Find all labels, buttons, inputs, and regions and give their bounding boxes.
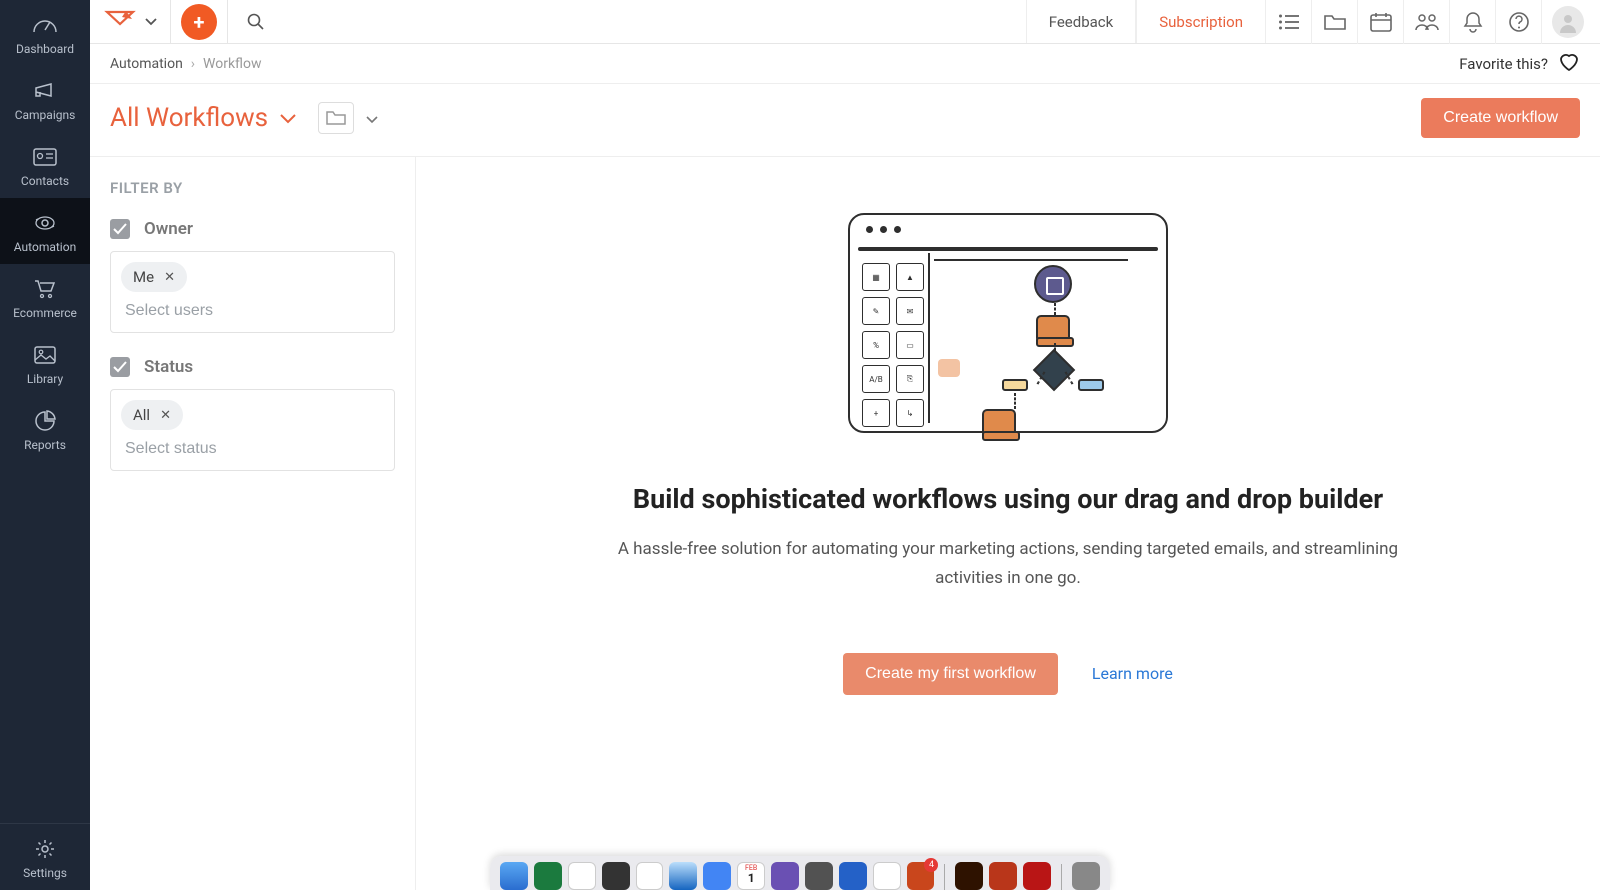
sidebar-item-label: Contacts [21,174,69,188]
app-switcher-caret[interactable] [142,18,160,26]
dock-chrome-icon[interactable] [873,862,901,890]
megaphone-icon [31,80,59,102]
sidebar-item-library[interactable]: Library [0,330,90,396]
image-icon [31,344,59,366]
folder-caret[interactable] [366,109,378,128]
automation-icon [31,212,59,234]
sidebar-item-campaigns[interactable]: Campaigns [0,66,90,132]
status-input[interactable] [121,430,384,460]
dock-app-icon[interactable] [805,862,833,890]
add-button[interactable]: + [181,4,217,40]
empty-state: ▦▲ ✎✉ %▭ A/B⎘ +↳ [416,157,1600,890]
breadcrumb-current: Workflow [203,56,262,72]
gear-icon [31,838,59,860]
list-icon[interactable] [1266,0,1312,44]
owner-chip-remove[interactable]: ✕ [164,270,175,285]
title-row: All Workflows Create workflow [90,84,1600,157]
dock-teams-icon[interactable] [771,862,799,890]
create-workflow-button[interactable]: Create workflow [1421,98,1580,138]
owner-label: Owner [144,219,193,239]
breadcrumb-root[interactable]: Automation [110,56,183,72]
dock-safari-icon[interactable] [669,862,697,890]
bell-icon[interactable] [1450,0,1496,44]
sidebar-item-label: Settings [23,866,67,880]
dock-app-icon[interactable] [568,862,596,890]
filter-panel: FILTER BY Owner Me ✕ [90,157,416,890]
sidebar-item-contacts[interactable]: Contacts [0,132,90,198]
chevron-right-icon: › [191,56,195,72]
avatar[interactable] [1552,6,1584,38]
sidebar-item-label: Ecommerce [13,306,77,320]
owner-checkbox[interactable] [110,219,130,239]
breadcrumb-row: Automation › Workflow Favorite this? [90,44,1600,84]
filter-status-group: Status All ✕ [110,357,395,471]
dock: FEB1 [490,856,1110,890]
empty-subtitle: A hassle-free solution for automating yo… [598,535,1418,593]
feedback-link[interactable]: Feedback [1026,0,1137,43]
favorite-label: Favorite this? [1459,55,1548,73]
status-checkbox[interactable] [110,357,130,377]
dock-divider [1061,864,1062,890]
dock-calendar-icon[interactable]: FEB1 [737,862,765,890]
dock-word-icon[interactable] [839,862,867,890]
dock-divider [944,864,945,890]
topbar: + Feedback Subscription [90,0,1600,44]
dock-outlook-icon[interactable] [907,862,935,890]
dock-app-icon[interactable] [636,862,664,890]
dock-finder-icon[interactable] [500,862,528,890]
status-chip-label: All [133,406,150,424]
sidebar-item-automation[interactable]: Automation [0,198,90,264]
sidebar: Dashboard Campaigns Contacts Automation … [0,0,90,890]
folder-button[interactable] [318,102,354,134]
status-filter-box: All ✕ [110,389,395,471]
gauge-icon [31,14,59,36]
dock-excel-icon[interactable] [534,862,562,890]
app-logo[interactable] [102,7,138,37]
dock-trash-icon[interactable] [1072,862,1100,890]
filter-heading: FILTER BY [110,179,395,197]
sidebar-item-reports[interactable]: Reports [0,396,90,462]
empty-title: Build sophisticated workflows using our … [633,483,1383,515]
dock-illustrator-icon[interactable] [955,862,983,890]
users-icon[interactable] [1404,0,1450,44]
learn-more-link[interactable]: Learn more [1092,664,1173,683]
status-label: Status [144,357,193,377]
sidebar-item-label: Reports [24,438,66,452]
heart-icon[interactable] [1558,52,1580,76]
subscription-link[interactable]: Subscription [1136,0,1266,43]
owner-chip: Me ✕ [121,262,187,292]
dock-app-icon[interactable] [703,862,731,890]
sidebar-item-settings[interactable]: Settings [0,823,90,890]
search-button[interactable] [238,4,274,40]
calendar-icon[interactable] [1358,0,1404,44]
title-dropdown[interactable] [280,109,296,128]
cart-icon [31,278,59,300]
sidebar-item-label: Campaigns [15,108,76,122]
sidebar-item-dashboard[interactable]: Dashboard [0,0,90,66]
id-card-icon [31,146,59,168]
sidebar-item-label: Library [27,372,63,386]
dock-powerpoint-icon[interactable] [989,862,1017,890]
sidebar-item-ecommerce[interactable]: Ecommerce [0,264,90,330]
sidebar-item-label: Automation [14,240,76,254]
owner-chip-label: Me [133,268,154,286]
dock-app-icon[interactable] [602,862,630,890]
status-chip: All ✕ [121,400,183,430]
folder-icon[interactable] [1312,0,1358,44]
owner-filter-box: Me ✕ [110,251,395,333]
help-icon[interactable] [1496,0,1542,44]
page-title: All Workflows [110,103,268,133]
owner-input[interactable] [121,292,384,322]
create-first-workflow-button[interactable]: Create my first workflow [843,653,1058,695]
workflow-illustration: ▦▲ ✎✉ %▭ A/B⎘ +↳ [848,213,1168,433]
status-chip-remove[interactable]: ✕ [160,408,171,423]
filter-owner-group: Owner Me ✕ [110,219,395,333]
dock-acrobat-icon[interactable] [1023,862,1051,890]
sidebar-item-label: Dashboard [16,42,74,56]
pie-chart-icon [31,410,59,432]
